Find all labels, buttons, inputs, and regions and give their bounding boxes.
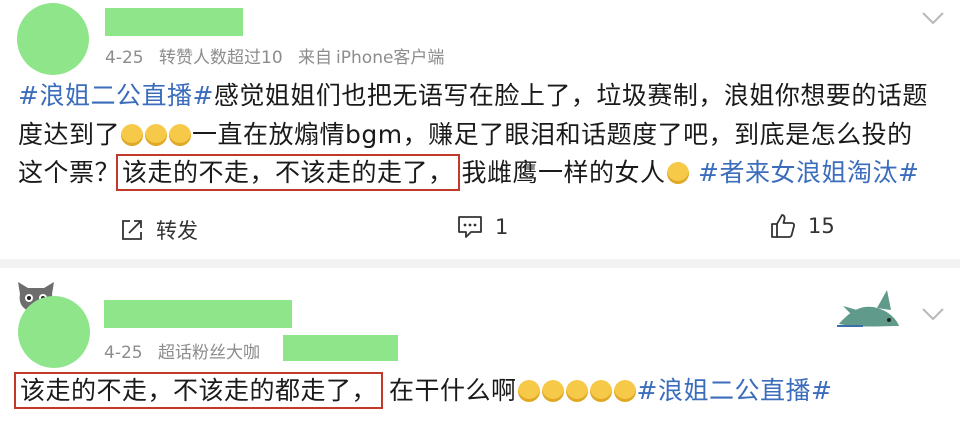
hashtag-link[interactable]: #浪姐二公直播# [18,81,214,110]
post-date: 4-25 [104,343,143,363]
like-count: 15 [808,214,835,238]
post-text-segment: 度达到了 [18,119,121,149]
highlighted-quote: 该走的不走，不该走的走了， [116,154,460,191]
redacted-badge [283,335,398,361]
smile-emoji-icon [121,123,144,146]
source-client: iPhone客户端 [336,48,445,68]
chevron-down-icon[interactable] [921,306,945,326]
post-text-segment: 我雌鹰一样的女人 [461,158,666,187]
thumbs-up-icon [771,214,796,238]
repost-icon [122,220,142,240]
post-text-segment: 在干什么啊 [389,376,517,405]
avatar[interactable] [17,3,89,75]
like-button[interactable]: 15 [770,213,835,239]
smile-emoji-icon [145,123,168,146]
comment-button[interactable]: 1 [457,215,508,239]
chevron-down-icon[interactable] [921,10,945,30]
comment-icon [458,216,482,238]
sweat-emoji-icon [541,380,564,402]
smile-emoji-icon [169,123,192,146]
post-text-segment: 这个票？ [18,158,121,187]
source-prefix: 来自 [298,48,333,68]
post-meta: 4-25 转赞人数超过10 来自 iPhone客户端 [105,43,454,68]
crying-emoji-icon [666,162,689,184]
post-text-segment: 感觉姐姐们也把无语写在脸上了，垃圾赛制，浪姐你想要的话题 [213,81,928,110]
repost-button[interactable]: 转发 [120,215,198,245]
post-text-segment: 一直在放煽情bgm，赚足了眼泪和话题度了吧，到底是怎么投的 [192,119,913,149]
sweat-emoji-icon [613,380,636,402]
avatar[interactable] [18,296,90,368]
fish-sticker-icon [833,280,903,334]
post-text: #浪姐二公直播#感觉姐姐们也把无语写在脸上了，垃圾赛制，浪姐你想要的话题 度达到… [18,77,928,193]
sweat-emoji-icon [517,380,540,402]
post-divider [0,259,960,268]
hashtag-link[interactable]: #者来女浪姐淘汰# [698,158,919,187]
repost-label: 转发 [156,219,198,243]
post-date: 4-25 [105,48,144,68]
post-line-3: 这个票？该走的不走，不该走的走了， 我雌鹰一样的女人 #者来女浪姐淘汰# [18,154,928,193]
post-meta: 4-25 超话粉丝大咖 [104,338,270,363]
sweat-emoji-icon [589,380,612,402]
repost-count-label: 转赞人数超过10 [159,48,283,68]
hashtag-link[interactable]: #浪姐二公直播# [637,376,833,405]
username-redacted[interactable] [105,8,243,36]
sweat-emoji-icon [565,380,588,402]
post-line-2: 度达到了 一直在放煽情bgm，赚足了眼泪和话题度了吧，到底是怎么投的 [18,116,928,155]
comment-count: 1 [495,215,509,239]
post-text: 该走的不走，不该走的都走了， 在干什么啊 #浪姐二公直播# [13,372,833,411]
post-line-1: #浪姐二公直播#感觉姐姐们也把无语写在脸上了，垃圾赛制，浪姐你想要的话题 [18,77,928,116]
highlighted-quote: 该走的不走，不该走的都走了， [13,372,384,409]
superfan-badge: 超话粉丝大咖 [158,343,260,363]
username-redacted[interactable] [104,300,292,328]
